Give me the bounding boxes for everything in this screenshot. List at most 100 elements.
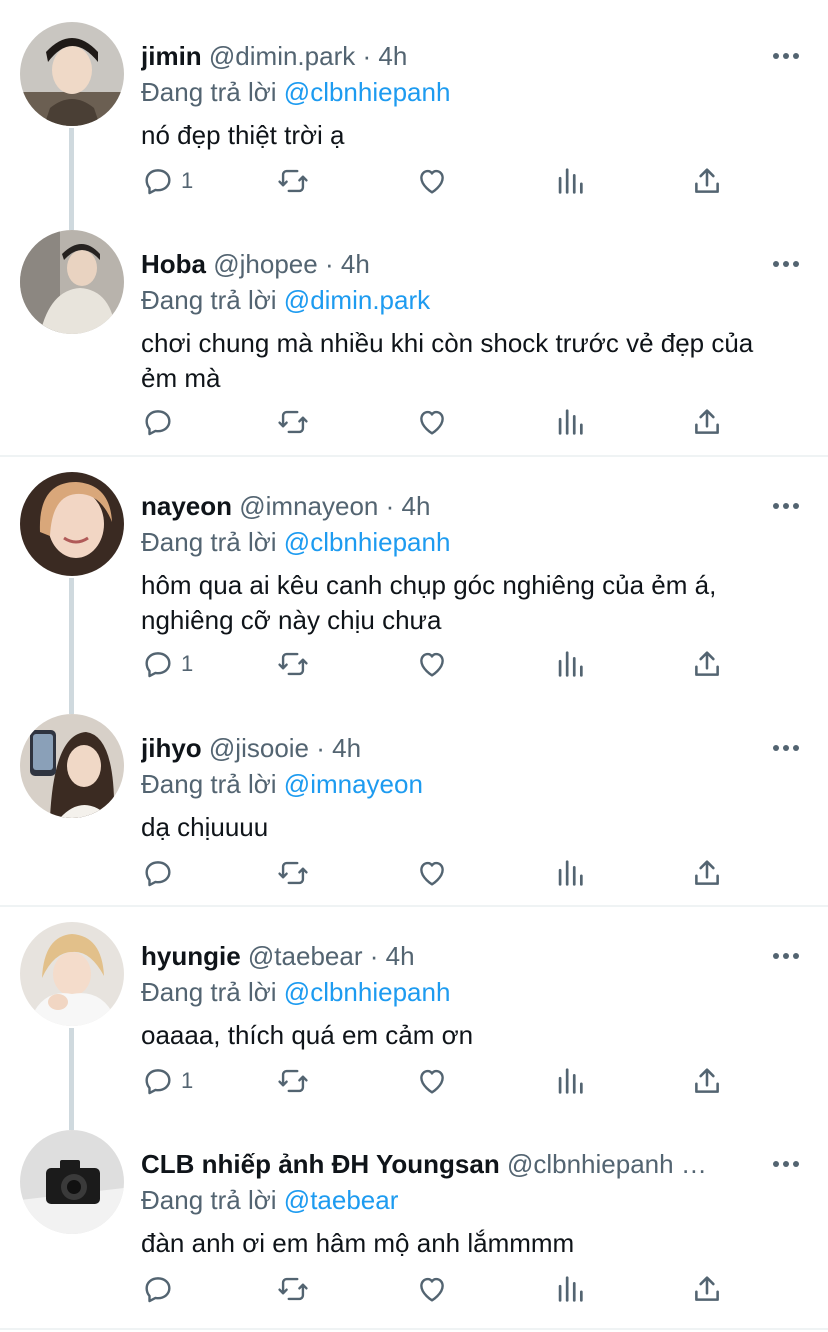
- like-button[interactable]: [415, 1271, 449, 1307]
- views-icon: [558, 409, 583, 435]
- tweet-text: hôm qua ai kêu canh chụp góc nghiêng của…: [141, 570, 717, 635]
- avatar-image: [20, 230, 124, 334]
- avatar[interactable]: [20, 230, 124, 334]
- avatar-image: [20, 922, 124, 1026]
- share-button[interactable]: [690, 1271, 724, 1307]
- reply-button[interactable]: 1: [141, 1063, 193, 1099]
- replying-to-handle[interactable]: @clbnhiepanh: [284, 977, 451, 1007]
- reply-count: 1: [181, 651, 194, 676]
- views-button[interactable]: [553, 855, 587, 891]
- reply-button[interactable]: [141, 855, 181, 891]
- replying-to: Đang trả lời @dimin.park: [141, 280, 430, 320]
- retweet-icon: [278, 1277, 308, 1301]
- more-icon[interactable]: [772, 1160, 800, 1168]
- replying-to-handle[interactable]: @imnayeon: [284, 769, 423, 799]
- user-handle[interactable]: @dimin.park: [209, 41, 355, 71]
- share-icon: [695, 1276, 719, 1301]
- like-button[interactable]: [415, 404, 449, 440]
- replying-to-label: Đang trả lời: [141, 77, 277, 107]
- display-name[interactable]: CLB nhiếp ảnh ĐH Youngsan: [141, 1149, 500, 1179]
- avatar[interactable]: [20, 1130, 124, 1234]
- action-bar: [141, 1271, 741, 1307]
- more-icon[interactable]: [772, 744, 800, 752]
- retweet-button[interactable]: [276, 404, 310, 440]
- replying-to-label: Đang trả lời: [141, 1185, 277, 1215]
- reply-button[interactable]: 1: [141, 646, 193, 682]
- tweet[interactable]: jihyo @jisooie · 4h Đang trả lời @imnaye…: [0, 714, 828, 904]
- avatar[interactable]: [20, 922, 124, 1026]
- action-bar: [141, 855, 741, 891]
- like-button[interactable]: [415, 163, 449, 199]
- views-icon: [558, 1276, 583, 1302]
- user-handle[interactable]: @imnayeon: [239, 491, 378, 521]
- replying-to: Đang trả lời @imnayeon: [141, 764, 423, 804]
- replying-to-handle[interactable]: @dimin.park: [284, 285, 430, 315]
- tweet-text: oaaaa, thích quá em cảm ơn: [141, 1020, 474, 1050]
- display-name[interactable]: nayeon: [141, 491, 232, 521]
- tweet-text: dạ chịuuuu: [141, 812, 269, 842]
- share-button[interactable]: [690, 404, 724, 440]
- like-button[interactable]: [415, 855, 449, 891]
- separator-dot: ·: [369, 941, 379, 971]
- more-icon[interactable]: [772, 502, 800, 510]
- user-handle[interactable]: @jisooie: [209, 733, 309, 763]
- tweet-text: nó đẹp thiệt trời ạ: [141, 120, 345, 150]
- tweet[interactable]: CLB nhiếp ảnh ĐH Youngsan @clbnhiepanh ……: [0, 1130, 828, 1330]
- share-button[interactable]: [690, 646, 724, 682]
- avatar[interactable]: [20, 22, 124, 126]
- avatar-image: [20, 714, 124, 818]
- more-icon[interactable]: [772, 52, 800, 60]
- retweet-button[interactable]: [276, 1271, 310, 1307]
- replying-to-handle[interactable]: @clbnhiepanh: [284, 77, 451, 107]
- avatar-image: [20, 22, 124, 126]
- tweet[interactable]: Hoba @jhopee · 4h Đang trả lời @dimin.pa…: [0, 230, 828, 454]
- timestamp[interactable]: 4h: [378, 41, 407, 71]
- retweet-button[interactable]: [276, 646, 310, 682]
- display-name[interactable]: hyungie: [141, 941, 241, 971]
- display-name[interactable]: Hoba: [141, 249, 206, 279]
- timestamp[interactable]: 4h: [402, 491, 431, 521]
- views-button[interactable]: [553, 1271, 587, 1307]
- tweet[interactable]: nayeon @imnayeon · 4h Đang trả lời @clbn…: [0, 472, 828, 678]
- reply-button[interactable]: [141, 1271, 181, 1307]
- reply-icon: [145, 861, 171, 887]
- replying-to-handle[interactable]: @taebear: [284, 1185, 399, 1215]
- reply-icon: [145, 1277, 171, 1303]
- share-button[interactable]: [690, 1063, 724, 1099]
- like-button[interactable]: [415, 646, 449, 682]
- share-button[interactable]: [690, 855, 724, 891]
- retweet-button[interactable]: [276, 855, 310, 891]
- retweet-button[interactable]: [276, 1063, 310, 1099]
- more-icon[interactable]: [772, 260, 800, 268]
- avatar-image: [20, 472, 124, 576]
- display-name[interactable]: jimin: [141, 41, 202, 71]
- timestamp[interactable]: 4h: [341, 249, 370, 279]
- replying-to: Đang trả lời @taebear: [141, 1180, 398, 1220]
- tweet[interactable]: jimin @dimin.park · 4h Đang trả lời @clb…: [0, 22, 828, 222]
- avatar[interactable]: [20, 472, 124, 576]
- reply-button[interactable]: [141, 404, 181, 440]
- share-button[interactable]: [690, 163, 724, 199]
- user-handle[interactable]: @taebear: [248, 941, 363, 971]
- tweet-header: hyungie @taebear · 4h: [141, 936, 738, 976]
- avatar[interactable]: [20, 714, 124, 818]
- tweet[interactable]: hyungie @taebear · 4h Đang trả lời @clbn…: [0, 922, 828, 1122]
- timestamp[interactable]: 4h: [386, 941, 415, 971]
- retweet-button[interactable]: [276, 163, 310, 199]
- user-handle[interactable]: @jhopee: [213, 249, 317, 279]
- divider: [0, 455, 828, 457]
- action-bar: 1: [141, 1063, 741, 1099]
- views-icon: [558, 168, 583, 194]
- views-button[interactable]: [553, 404, 587, 440]
- timestamp[interactable]: 4h: [332, 733, 361, 763]
- like-button[interactable]: [415, 1063, 449, 1099]
- more-icon[interactable]: [772, 952, 800, 960]
- views-button[interactable]: [553, 163, 587, 199]
- retweet-icon: [278, 652, 308, 676]
- user-handle[interactable]: @clbnhiepanh: [507, 1149, 674, 1179]
- reply-button[interactable]: 1: [141, 163, 193, 199]
- views-button[interactable]: [553, 646, 587, 682]
- display-name[interactable]: jihyo: [141, 733, 202, 763]
- replying-to-handle[interactable]: @clbnhiepanh: [284, 527, 451, 557]
- views-button[interactable]: [553, 1063, 587, 1099]
